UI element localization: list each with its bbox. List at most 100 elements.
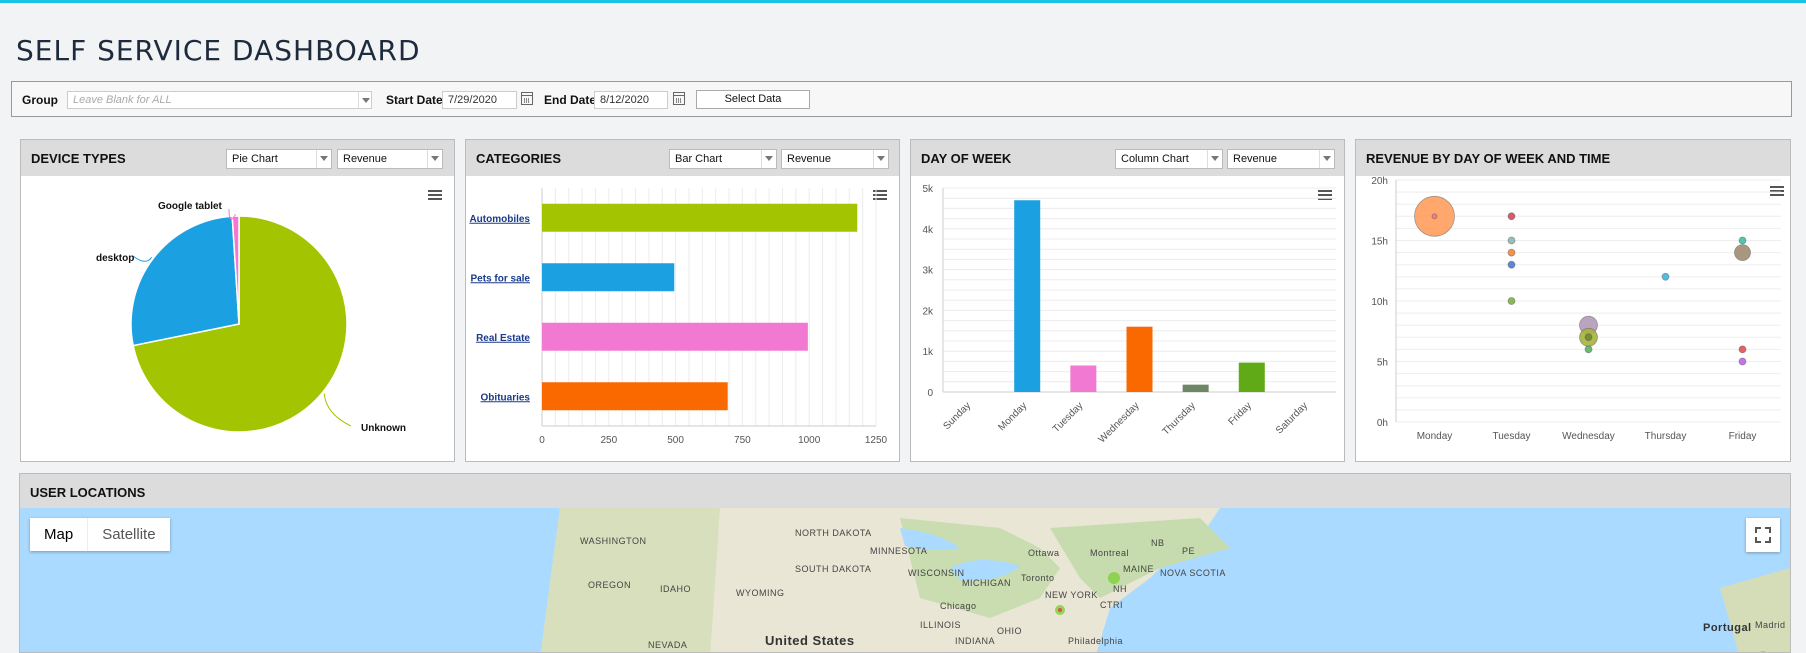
categories-chart-type-select[interactable]: Bar Chart xyxy=(669,149,777,169)
user-locations-map[interactable]: WASHINGTON NORTH DAKOTA MINNESOTA Ottawa… xyxy=(20,508,1790,652)
dow-chart-type-select[interactable]: Column Chart xyxy=(1115,149,1223,169)
end-calendar-icon[interactable] xyxy=(673,92,685,105)
x-tick-label: 0 xyxy=(539,435,545,446)
map-label: MAINE xyxy=(1123,564,1155,574)
map-label: NEW YORK xyxy=(1045,590,1098,600)
chevron-down-icon xyxy=(316,150,331,168)
pie-slice xyxy=(130,215,240,347)
map-land xyxy=(540,508,1790,652)
x-tick-label: Monday xyxy=(1417,431,1453,442)
bubble-point xyxy=(1507,260,1516,269)
map-label: Madrid xyxy=(1755,620,1786,630)
user-locations-title: USER LOCATIONS xyxy=(30,485,146,500)
map-label: WISCONSIN xyxy=(908,568,965,578)
map-button[interactable]: Map xyxy=(30,518,87,551)
x-tick-label: Wednesday xyxy=(1562,431,1615,442)
map-label: WYOMING xyxy=(736,588,785,598)
y-tick-label: 3k xyxy=(922,266,934,277)
map-label: Chicago xyxy=(940,601,977,611)
bar xyxy=(542,263,675,292)
y-tick-label: 1k xyxy=(922,347,934,358)
select-data-button[interactable]: Select Data xyxy=(696,90,810,109)
y-tick-label: 15h xyxy=(1371,237,1388,248)
map-label: NOVA SCOTIA xyxy=(1160,568,1226,578)
x-tick-label: Saturday xyxy=(1274,400,1310,436)
chevron-down-icon xyxy=(427,150,442,168)
map-label: United States xyxy=(765,633,855,648)
device-chart-type-select[interactable]: Pie Chart xyxy=(226,149,332,169)
map-label: INDIANA xyxy=(955,636,996,646)
group-label: Group xyxy=(22,93,58,107)
fullscreen-icon[interactable] xyxy=(1746,518,1780,552)
device-types-panel: DEVICE TYPES Pie Chart Revenue Unknown de… xyxy=(20,139,455,462)
category-label: Pets for sale xyxy=(471,273,531,284)
day-of-week-column-chart: 0 1k 2k 3k 4k 5k Sunday Monday Tuesday Wednesday T… xyxy=(922,184,1336,445)
bubble-point xyxy=(1738,345,1747,354)
dow-metric-value: Revenue xyxy=(1233,153,1278,165)
map-label: SOUTH DAKOTA xyxy=(795,564,872,574)
user-locations-header: USER LOCATIONS xyxy=(20,474,1790,508)
x-tick-label: 500 xyxy=(667,435,684,446)
x-tick-label: Tuesday xyxy=(1493,431,1531,442)
pie-label: Google tablet xyxy=(158,201,223,212)
map-label: NB xyxy=(1151,538,1165,548)
end-date-input[interactable]: 8/12/2020 xyxy=(594,91,668,109)
map-label: Toronto xyxy=(1021,573,1055,583)
group-dropdown-icon[interactable] xyxy=(358,92,373,108)
bubble-point xyxy=(1738,357,1747,366)
categories-bar-chart: Automobiles Pets for sale Real Estate Obitu… xyxy=(469,188,888,446)
bubble-point xyxy=(1734,244,1751,261)
map-label: ILLINOIS xyxy=(920,620,962,630)
column xyxy=(1182,384,1209,392)
bubble-point xyxy=(1507,212,1516,221)
device-types-header: DEVICE TYPES Pie Chart Revenue xyxy=(21,140,454,176)
device-metric-select[interactable]: Revenue xyxy=(337,149,443,169)
start-date-label: Start Date xyxy=(386,93,443,107)
x-tick-label: Tuesday xyxy=(1051,400,1086,435)
filter-bar: Group Leave Blank for ALL Start Date 7/2… xyxy=(11,81,1792,117)
column xyxy=(1014,200,1041,392)
pie-label: desktop xyxy=(96,253,134,264)
device-metric-value: Revenue xyxy=(343,153,388,165)
bubble-point xyxy=(1584,333,1593,342)
group-input[interactable]: Leave Blank for ALL xyxy=(67,91,372,109)
satellite-button[interactable]: Satellite xyxy=(87,518,169,551)
chevron-down-icon xyxy=(761,150,776,168)
map-label: IDAHO xyxy=(660,584,692,594)
map-label: Montreal xyxy=(1090,548,1130,558)
start-date-input[interactable]: 7/29/2020 xyxy=(442,91,517,109)
pie-connector xyxy=(323,393,352,427)
y-tick-label: 10h xyxy=(1371,297,1388,308)
bar xyxy=(542,322,808,351)
day-of-week-header: DAY OF WEEK Column Chart Revenue xyxy=(911,140,1344,176)
page-title: SELF SERVICE DASHBOARD xyxy=(16,34,421,67)
map-label: WASHINGTON xyxy=(580,536,647,546)
y-tick-label: 20h xyxy=(1371,176,1388,187)
end-date-label: End Date xyxy=(544,93,597,107)
user-locations-panel: USER LOCATIONS WASHINGTON NORTH DAKOTA M… xyxy=(19,473,1791,653)
fullscreen-glyph xyxy=(1755,527,1771,543)
x-tick-label: 1000 xyxy=(798,435,821,446)
chevron-down-icon xyxy=(1207,150,1222,168)
top-accent-bar xyxy=(0,0,1806,3)
start-calendar-icon[interactable] xyxy=(521,92,533,105)
bubble-point xyxy=(1507,236,1516,245)
pie-label: Unknown xyxy=(361,423,406,434)
x-tick-label: Friday xyxy=(1226,400,1253,427)
device-types-title: DEVICE TYPES xyxy=(31,151,126,166)
revenue-time-panel: REVENUE BY DAY OF WEEK AND TIME 0h 5h 10h 1… xyxy=(1355,139,1791,462)
bubble-point xyxy=(1738,236,1747,245)
map-label: RI xyxy=(1113,600,1123,610)
day-of-week-panel: DAY OF WEEK Column Chart Revenue 0 1k 2k 3k… xyxy=(910,139,1345,462)
chevron-down-icon xyxy=(873,150,888,168)
device-pie-chart: Unknown desktop Google tablet xyxy=(96,201,406,434)
map-label: MINNESOTA xyxy=(870,546,928,556)
categories-metric-value: Revenue xyxy=(787,153,832,165)
dow-metric-select[interactable]: Revenue xyxy=(1227,149,1335,169)
categories-metric-select[interactable]: Revenue xyxy=(781,149,889,169)
dow-chart-type-value: Column Chart xyxy=(1121,153,1189,165)
map-label: OREGON xyxy=(588,580,632,590)
bubble-point xyxy=(1431,213,1438,220)
y-tick-label: 5k xyxy=(922,184,934,195)
map-label: Portugal xyxy=(1703,622,1752,634)
